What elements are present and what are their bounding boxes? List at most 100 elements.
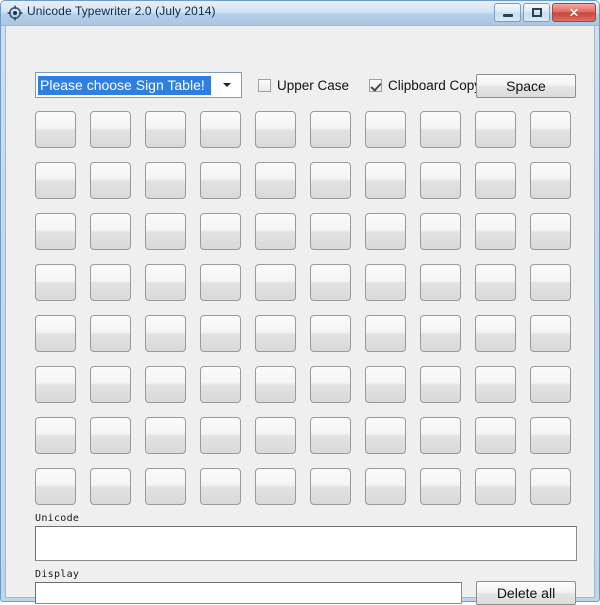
clipboard-copy-label: Clipboard Copy xyxy=(388,78,482,93)
sign-button[interactable] xyxy=(200,468,241,505)
sign-button[interactable] xyxy=(420,468,461,505)
sign-button[interactable] xyxy=(475,417,516,454)
upper-case-checkbox[interactable]: Upper Case xyxy=(258,78,349,93)
sign-button[interactable] xyxy=(365,264,406,301)
sign-button[interactable] xyxy=(420,315,461,352)
maximize-button[interactable] xyxy=(523,3,550,22)
sign-button[interactable] xyxy=(35,111,76,148)
sign-button[interactable] xyxy=(530,315,571,352)
sign-table-selected-value: Please choose Sign Table! xyxy=(38,75,211,95)
upper-case-checkbox-box[interactable] xyxy=(258,79,271,92)
sign-button[interactable] xyxy=(420,264,461,301)
minimize-button[interactable] xyxy=(494,3,521,22)
sign-button[interactable] xyxy=(35,417,76,454)
sign-button[interactable] xyxy=(90,315,131,352)
sign-button[interactable] xyxy=(310,213,351,250)
sign-button[interactable] xyxy=(200,264,241,301)
display-input[interactable] xyxy=(35,582,462,604)
sign-button[interactable] xyxy=(530,366,571,403)
sign-button[interactable] xyxy=(530,417,571,454)
client-area: Please choose Sign Table! Upper Case Cli… xyxy=(5,26,595,605)
sign-button[interactable] xyxy=(310,417,351,454)
title-bar[interactable]: Unicode Typewriter 2.0 (July 2014) ✕ xyxy=(1,1,599,26)
sign-button[interactable] xyxy=(420,111,461,148)
sign-button[interactable] xyxy=(475,162,516,199)
sign-button[interactable] xyxy=(255,366,296,403)
sign-button[interactable] xyxy=(90,468,131,505)
sign-button[interactable] xyxy=(90,417,131,454)
sign-button[interactable] xyxy=(530,264,571,301)
sign-button[interactable] xyxy=(145,468,186,505)
sign-button[interactable] xyxy=(310,111,351,148)
sign-button[interactable] xyxy=(200,111,241,148)
close-icon: ✕ xyxy=(568,5,580,20)
sign-button[interactable] xyxy=(145,213,186,250)
sign-button[interactable] xyxy=(255,213,296,250)
sign-button[interactable] xyxy=(475,315,516,352)
sign-button[interactable] xyxy=(365,213,406,250)
sign-table-dropdown-toggle[interactable] xyxy=(213,73,241,97)
sign-button[interactable] xyxy=(530,162,571,199)
sign-button[interactable] xyxy=(530,111,571,148)
sign-button[interactable] xyxy=(255,468,296,505)
sign-button[interactable] xyxy=(475,468,516,505)
sign-button[interactable] xyxy=(310,162,351,199)
sign-button[interactable] xyxy=(35,213,76,250)
sign-button[interactable] xyxy=(200,417,241,454)
sign-button[interactable] xyxy=(420,162,461,199)
sign-button[interactable] xyxy=(35,162,76,199)
sign-button[interactable] xyxy=(200,213,241,250)
sign-button[interactable] xyxy=(365,111,406,148)
sign-button[interactable] xyxy=(475,213,516,250)
sign-button[interactable] xyxy=(90,213,131,250)
sign-button[interactable] xyxy=(530,468,571,505)
sign-button[interactable] xyxy=(310,366,351,403)
sign-button[interactable] xyxy=(200,366,241,403)
sign-button[interactable] xyxy=(475,111,516,148)
sign-button[interactable] xyxy=(310,264,351,301)
sign-button[interactable] xyxy=(90,162,131,199)
sign-button[interactable] xyxy=(90,264,131,301)
sign-button[interactable] xyxy=(35,315,76,352)
sign-button[interactable] xyxy=(145,315,186,352)
sign-button[interactable] xyxy=(200,315,241,352)
sign-table-select[interactable]: Please choose Sign Table! xyxy=(35,72,242,98)
sign-button[interactable] xyxy=(530,213,571,250)
sign-button[interactable] xyxy=(255,162,296,199)
sign-button[interactable] xyxy=(420,417,461,454)
sign-button[interactable] xyxy=(420,213,461,250)
sign-button[interactable] xyxy=(145,417,186,454)
sign-button[interactable] xyxy=(145,111,186,148)
delete-all-button[interactable]: Delete all xyxy=(476,581,576,605)
unicode-label: Unicode xyxy=(35,513,80,524)
sign-button[interactable] xyxy=(475,366,516,403)
close-button[interactable]: ✕ xyxy=(552,3,596,22)
window-title: Unicode Typewriter 2.0 (July 2014) xyxy=(27,4,216,18)
sign-button[interactable] xyxy=(365,315,406,352)
sign-button[interactable] xyxy=(90,366,131,403)
sign-button[interactable] xyxy=(35,468,76,505)
sign-button[interactable] xyxy=(365,162,406,199)
sign-button[interactable] xyxy=(310,468,351,505)
sign-button[interactable] xyxy=(35,366,76,403)
clipboard-copy-checkbox-box[interactable] xyxy=(369,79,382,92)
sign-button[interactable] xyxy=(200,162,241,199)
sign-button[interactable] xyxy=(365,417,406,454)
sign-button[interactable] xyxy=(145,162,186,199)
sign-button[interactable] xyxy=(35,264,76,301)
sign-button[interactable] xyxy=(310,315,351,352)
sign-button[interactable] xyxy=(365,366,406,403)
sign-button[interactable] xyxy=(90,111,131,148)
clipboard-copy-checkbox[interactable]: Clipboard Copy xyxy=(369,78,481,93)
sign-button[interactable] xyxy=(255,111,296,148)
unicode-input[interactable] xyxy=(35,526,577,561)
sign-button[interactable] xyxy=(365,468,406,505)
sign-button[interactable] xyxy=(255,264,296,301)
sign-button[interactable] xyxy=(255,417,296,454)
sign-button[interactable] xyxy=(145,366,186,403)
sign-button[interactable] xyxy=(420,366,461,403)
sign-button[interactable] xyxy=(145,264,186,301)
sign-button[interactable] xyxy=(255,315,296,352)
sign-button[interactable] xyxy=(475,264,516,301)
space-button[interactable]: Space xyxy=(476,74,576,98)
